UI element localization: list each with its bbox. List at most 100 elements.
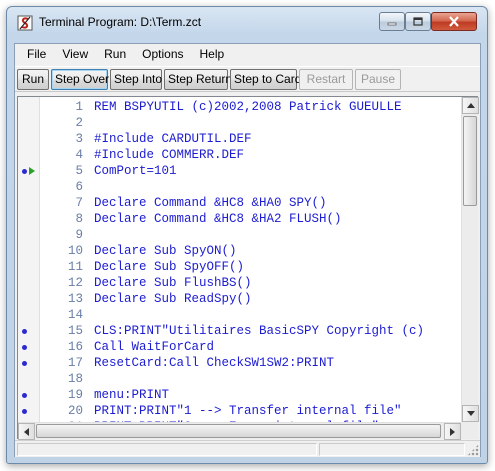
code-line[interactable]: 16 Call WaitForCard [40,339,461,355]
line-number: 19 [67,388,83,402]
line-number: 18 [67,372,83,386]
breakpoint-marker-icon[interactable] [22,169,27,174]
code-text: Declare Sub FlushBS() [94,276,252,290]
app-window: Terminal Program: D:\Term.zct File View … [6,6,488,464]
pause-button[interactable]: Pause [355,68,401,90]
breakpoint-marker-icon[interactable] [22,361,27,366]
step-to-card-button[interactable]: Step to Card [230,68,301,90]
code-text: Declare Command &HC8 &HA0 SPY() [94,196,327,210]
scroll-up-arrow-icon [466,103,475,108]
line-number: 5 [75,164,83,178]
code-line[interactable]: 10 Declare Sub SpyON() [40,243,461,259]
vertical-scrollbar[interactable] [461,97,479,422]
breakpoint-gutter[interactable] [18,97,40,430]
code-line[interactable]: 6 [40,179,461,195]
breakpoint-marker-icon[interactable] [22,409,27,414]
client-area: File View Run Options Help Run Step Over… [14,43,481,457]
step-into-button[interactable]: Step Into [110,68,162,90]
line-number: 15 [67,324,83,338]
menu-file[interactable]: File [19,44,54,64]
code-line[interactable]: 3 #Include CARDUTIL.DEF [40,131,461,147]
toolbar: Run Step Over Step Into Step Return Step… [15,66,480,92]
code-line[interactable]: 20 PRINT:PRINT"1 --> Transfer internal fi… [40,403,461,419]
line-number: 8 [75,212,83,226]
code-text: #Include COMMERR.DEF [94,148,245,162]
scrollbar-corner [461,422,478,439]
line-number: 6 [75,180,83,194]
code-text: Declare Sub SpyON() [94,244,237,258]
restart-button[interactable]: Restart [299,68,353,90]
code-text: PRINT:PRINT"1 --> Transfer internal file… [94,404,402,418]
code-line[interactable]: 19 menu:PRINT [40,387,461,403]
status-panel-secondary [319,443,465,456]
code-line[interactable]: 12 Declare Sub FlushBS() [40,275,461,291]
window-title: Terminal Program: D:\Term.zct [39,15,202,29]
code-line[interactable]: 17 ResetCard:Call CheckSW1SW2:PRINT [40,355,461,371]
scroll-right-button[interactable] [444,423,461,440]
line-number: 3 [75,132,83,146]
scroll-down-arrow-icon [466,411,475,416]
line-number: 9 [75,228,83,242]
code-text: ResetCard:Call CheckSW1SW2:PRINT [94,356,335,370]
code-text: Declare Sub SpyOFF() [94,260,245,274]
code-line[interactable]: 18 [40,371,461,387]
line-number: 12 [67,276,83,290]
scroll-up-button[interactable] [462,97,479,114]
resize-grip[interactable] [467,444,479,456]
line-number: 17 [67,356,83,370]
code-area[interactable]: 1 REM BSPYUTIL (c)2002,2008 Patrick GUEUL… [40,97,461,422]
minimize-button[interactable] [379,12,405,31]
breakpoint-marker-icon[interactable] [22,345,27,350]
code-line[interactable]: 11 Declare Sub SpyOFF() [40,259,461,275]
line-number: 10 [67,244,83,258]
run-button[interactable]: Run [17,68,49,90]
close-button[interactable] [431,12,477,31]
horizontal-scroll-thumb[interactable] [36,424,441,438]
code-line[interactable]: 1 REM BSPYUTIL (c)2002,2008 Patrick GUEUL… [40,99,461,115]
menu-view[interactable]: View [54,44,96,64]
title-bar[interactable]: Terminal Program: D:\Term.zct [7,7,487,37]
code-text: REM BSPYUTIL (c)2002,2008 Patrick GUEULL… [94,100,402,114]
horizontal-scrollbar[interactable] [18,422,461,440]
line-number: 2 [75,116,83,130]
code-line[interactable]: 5 ComPort=101 [40,163,461,179]
breakpoint-marker-icon[interactable] [22,329,27,334]
menu-run[interactable]: Run [96,44,134,64]
menu-help[interactable]: Help [192,44,233,64]
scroll-down-button[interactable] [462,405,479,422]
scroll-left-button[interactable] [18,423,35,440]
code-editor[interactable]: 1 REM BSPYUTIL (c)2002,2008 Patrick GUEUL… [17,96,479,440]
maximize-icon [413,17,423,26]
line-number: 7 [75,196,83,210]
vertical-scroll-thumb[interactable] [463,116,477,206]
line-number: 13 [67,292,83,306]
maximize-button[interactable] [405,12,431,31]
app-icon [17,15,33,31]
line-number: 1 [75,100,83,114]
breakpoint-marker-icon[interactable] [22,393,27,398]
step-return-button[interactable]: Step Return [164,68,232,90]
code-line[interactable]: 9 [40,227,461,243]
scroll-left-arrow-icon [24,427,29,436]
status-panel-main [17,443,317,456]
minimize-icon [387,22,397,25]
code-line[interactable]: 4 #Include COMMERR.DEF [40,147,461,163]
line-number: 14 [67,308,83,322]
step-over-button[interactable]: Step Over [51,68,109,90]
code-line[interactable]: 14 [40,307,461,323]
code-line[interactable]: 15 CLS:PRINT"Utilitaires BasicSPY Copyrig… [40,323,461,339]
code-line[interactable]: 7 Declare Command &HC8 &HA0 SPY() [40,195,461,211]
code-text: #Include CARDUTIL.DEF [94,132,252,146]
close-icon [449,16,459,27]
menu-bar: File View Run Options Help [15,44,480,64]
menu-options[interactable]: Options [134,44,191,64]
code-text: ComPort=101 [94,164,177,178]
current-line-arrow-icon [29,167,35,175]
code-line[interactable]: 8 Declare Command &HC8 &HA2 FLUSH() [40,211,461,227]
status-bar [15,440,480,457]
code-text: CLS:PRINT"Utilitaires BasicSPY Copyright… [94,324,425,338]
code-text: menu:PRINT [94,388,170,402]
code-text: Declare Sub ReadSpy() [94,292,252,306]
code-line[interactable]: 2 [40,115,461,131]
code-line[interactable]: 13 Declare Sub ReadSpy() [40,291,461,307]
